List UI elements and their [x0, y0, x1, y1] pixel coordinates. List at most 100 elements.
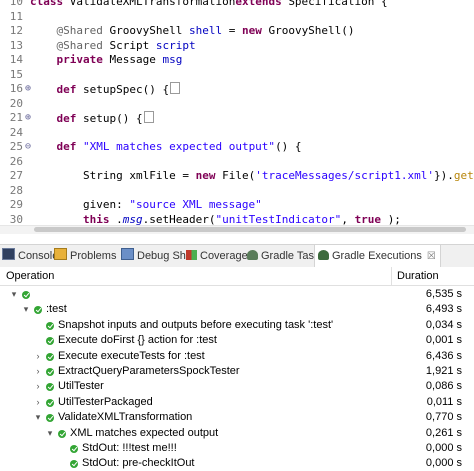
code-token: private: [56, 53, 103, 66]
success-icon: [46, 352, 54, 361]
code-token: 'traceMessages/script1.xml': [255, 169, 435, 182]
code-line[interactable]: 25 ⊖ def "XML matches expected output"() …: [0, 140, 474, 155]
tree-row[interactable]: ▾ 6,535 s: [0, 287, 474, 302]
expand-arrow-icon[interactable]: ›: [34, 349, 42, 364]
code-line[interactable]: 27 String xmlFile = new File('traceMessa…: [0, 169, 474, 184]
tree-row[interactable]: ▾ ValidateXMLTransformation 0,770 s: [0, 410, 474, 425]
code-line[interactable]: 20: [0, 97, 474, 112]
tab-console[interactable]: Console: [2, 245, 58, 267]
collapse-arrow-icon[interactable]: ▾: [10, 287, 18, 302]
code-token: new: [241, 24, 262, 37]
line-number: 11: [9, 9, 23, 23]
code-token: "XML matches expected output": [83, 140, 276, 153]
operation-label: Snapshot inputs and outputs before execu…: [58, 318, 334, 331]
success-icon: [46, 368, 54, 376]
code-line[interactable]: 11: [0, 10, 474, 25]
code-token: def: [56, 140, 77, 153]
expand-arrow-icon[interactable]: ›: [34, 395, 42, 410]
expand-arrow-icon[interactable]: ›: [34, 379, 42, 394]
tree-row[interactable]: Execute doFirst {} action for :test 0,001…: [0, 333, 474, 348]
tab-label: Coverage: [200, 250, 248, 262]
tab-problems[interactable]: Problems: [54, 245, 116, 267]
code-text: given: "source XML message": [30, 198, 262, 213]
line-number: 10: [9, 0, 23, 8]
code-text: @Shared GroovyShell shell = new GroovySh…: [30, 24, 355, 39]
code-line[interactable]: 21 ⊕ def setup() {: [0, 111, 474, 126]
operation-label: ExtractQueryParametersSpockTester: [58, 365, 240, 377]
code-line[interactable]: 16 ⊕ def setupSpec() {: [0, 82, 474, 97]
duration-column-header[interactable]: Duration: [397, 267, 439, 285]
line-number: 25: [9, 140, 23, 153]
folded-block-icon[interactable]: [170, 82, 181, 94]
code-line[interactable]: 12 @Shared GroovyShell shell = new Groov…: [0, 24, 474, 39]
scrollbar-thumb[interactable]: [34, 227, 466, 232]
code-line[interactable]: 15: [0, 68, 474, 83]
folded-block-icon[interactable]: [143, 111, 154, 123]
tab-gradle-executions[interactable]: Gradle Executions ☒: [314, 245, 441, 268]
tree-row[interactable]: › Execute executeTests for :test 6,436 s: [0, 349, 474, 364]
code-token: .setHeader(: [142, 212, 216, 226]
code-token: setup() {: [76, 112, 143, 125]
tree-row[interactable]: ▾ XML matches expected output 0,261 s: [0, 426, 474, 441]
tree-row[interactable]: Snapshot inputs and outputs before execu…: [0, 318, 474, 333]
line-number: 20: [9, 96, 23, 110]
duration-value: 0,261 s: [425, 426, 462, 439]
operation-label: Execute doFirst {} action for :test: [58, 334, 217, 347]
success-icon: [46, 321, 54, 330]
duration-value: 6,436 s: [425, 349, 462, 362]
code-line[interactable]: 14 private Message msg: [0, 53, 474, 68]
code-line[interactable]: 24: [0, 126, 474, 141]
collapse-arrow-icon[interactable]: ▾: [34, 410, 42, 425]
code-token: getText: [453, 169, 474, 182]
tree-row[interactable]: › UtilTester 0,086 s: [0, 379, 474, 394]
code-line[interactable]: 10 class ValidateXMLTransformationextends…: [0, 0, 474, 10]
duration-value: 0,086 s: [425, 380, 462, 393]
gradle-executions-icon: [318, 250, 329, 260]
column-divider[interactable]: [391, 267, 392, 285]
expand-arrow-icon[interactable]: ›: [34, 364, 42, 379]
collapse-arrow-icon[interactable]: ▾: [22, 302, 30, 317]
code-token: Specification {: [288, 0, 388, 8]
code-line[interactable]: 29 given: "source XML message": [0, 198, 474, 213]
code-token: Script: [102, 38, 156, 52]
code-token: extends: [235, 0, 289, 8]
tree-row[interactable]: StdOut: pre-checkItOut 0,000 s: [0, 456, 474, 471]
code-line[interactable]: 13 @Shared Script script: [0, 39, 474, 54]
close-tab-icon[interactable]: ☒: [427, 251, 436, 262]
tree-row[interactable]: › ExtractQueryParametersSpockTester 1,921 …: [0, 364, 474, 379]
view-tab-bar: Console Problems Debug Shell Coverage Gradle…: [0, 244, 474, 268]
line-number: 27: [9, 169, 23, 182]
duration-value: 0,000 s: [425, 457, 462, 470]
code-line[interactable]: 26: [0, 155, 474, 170]
code-token: setupSpec() {: [76, 83, 170, 96]
coverage-icon: [186, 250, 197, 260]
code-token: @Shared: [56, 24, 103, 37]
tree-row[interactable]: › UtilTesterPackaged 0,011 s: [0, 395, 474, 410]
operation-label: ValidateXMLTransformation: [58, 411, 193, 424]
operation-column-header[interactable]: Operation: [6, 267, 54, 285]
code-token: );: [387, 212, 401, 226]
duration-value: 0,770 s: [425, 411, 462, 424]
code-editor[interactable]: 10 class ValidateXMLTransformationextends…: [0, 0, 474, 234]
code-token: ValidateXMLTransformation: [69, 0, 236, 8]
success-icon: [46, 337, 54, 346]
line-number: 13: [9, 38, 23, 52]
code-token: given:: [30, 198, 130, 211]
tab-coverage[interactable]: Coverage: [186, 245, 248, 267]
line-number: 15: [9, 67, 23, 81]
success-icon: [46, 398, 54, 407]
code-line[interactable]: 28: [0, 184, 474, 199]
problems-icon: [54, 248, 67, 260]
success-icon: [22, 291, 30, 299]
duration-value: 0,001 s: [425, 334, 462, 347]
collapse-arrow-icon[interactable]: ▾: [46, 426, 54, 441]
code-token: GroovyShell(): [261, 24, 355, 37]
tree-row[interactable]: StdOut: !!!test me!!! 0,000 s: [0, 441, 474, 456]
duration-value: 0,011 s: [426, 395, 462, 408]
tree-row[interactable]: ▾:test 6,493 s: [0, 302, 474, 317]
horizontal-scrollbar[interactable]: [0, 225, 474, 234]
